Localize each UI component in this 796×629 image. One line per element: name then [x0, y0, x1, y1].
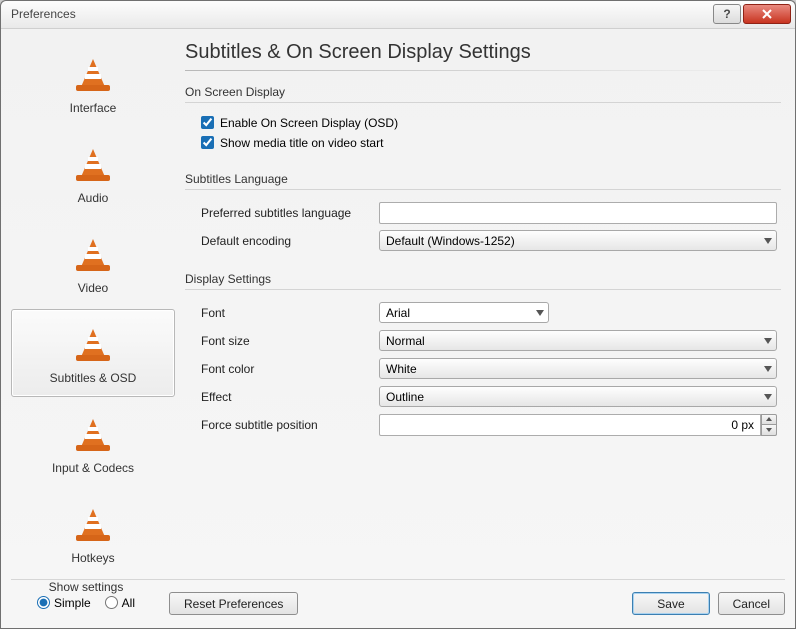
select-value: Arial [386, 306, 410, 320]
chevron-down-icon [764, 338, 772, 344]
spinner-up[interactable] [761, 414, 777, 425]
group-title: Subtitles Language [185, 172, 781, 186]
close-icon [762, 9, 772, 19]
category-subtitles-osd[interactable]: Subtitles & OSD [11, 309, 175, 397]
page-heading: Subtitles & On Screen Display Settings [185, 37, 781, 70]
category-label: Audio [78, 191, 109, 205]
reset-preferences-button[interactable]: Reset Preferences [169, 592, 298, 615]
group-title: On Screen Display [185, 85, 781, 99]
chevron-down-icon [536, 310, 544, 316]
label-font: Font [201, 306, 379, 320]
spinner-input[interactable] [379, 414, 761, 436]
select-default-encoding[interactable]: Default (Windows-1252) [379, 230, 777, 251]
group-title: Display Settings [185, 272, 781, 286]
cancel-button[interactable]: Cancel [718, 592, 785, 615]
preferences-window: Preferences ? Interface Audio [0, 0, 796, 629]
save-button[interactable]: Save [632, 592, 709, 615]
checkbox-input[interactable] [201, 116, 214, 129]
codecs-cone-icon [69, 411, 117, 459]
select-effect[interactable]: Outline [379, 386, 777, 407]
group-osd: On Screen Display Enable On Screen Displ… [185, 85, 781, 156]
category-label: Input & Codecs [52, 461, 134, 475]
select-value: White [386, 362, 417, 376]
category-label: Hotkeys [71, 551, 114, 565]
category-hotkeys[interactable]: Hotkeys [11, 489, 175, 577]
spinner-force-position[interactable] [379, 414, 777, 436]
subtitles-cone-icon [69, 321, 117, 369]
label-font-size: Font size [201, 334, 379, 348]
chevron-down-icon [764, 238, 772, 244]
footer: Show settings Simple All Reset Preferenc… [11, 579, 785, 624]
cone-icon [69, 51, 117, 99]
select-value: Default (Windows-1252) [386, 234, 515, 248]
category-video[interactable]: Video [11, 219, 175, 307]
category-interface[interactable]: Interface [11, 39, 175, 127]
titlebar: Preferences ? [1, 1, 795, 29]
client-area: Interface Audio Video [1, 29, 795, 579]
spinner-down[interactable] [761, 425, 777, 436]
label-force-position: Force subtitle position [201, 418, 379, 432]
show-settings-label: Show settings [49, 580, 124, 594]
settings-content: Subtitles & On Screen Display Settings O… [181, 35, 785, 577]
help-icon: ? [723, 7, 730, 21]
radio-simple[interactable]: Simple [37, 596, 91, 610]
hotkeys-cone-icon [69, 501, 117, 549]
select-font-color[interactable]: White [379, 358, 777, 379]
window-title: Preferences [11, 7, 713, 21]
help-button[interactable]: ? [713, 4, 741, 24]
category-label: Interface [70, 101, 117, 115]
radio-all[interactable]: All [105, 596, 135, 610]
select-font-size[interactable]: Normal [379, 330, 777, 351]
show-settings-group: Show settings Simple All [11, 580, 161, 610]
heading-separator [185, 70, 781, 71]
category-input-codecs[interactable]: Input & Codecs [11, 399, 175, 487]
chevron-down-icon [764, 394, 772, 400]
close-button[interactable] [743, 4, 791, 24]
category-label: Subtitles & OSD [50, 371, 137, 385]
checkbox-label: Enable On Screen Display (OSD) [220, 116, 398, 130]
category-sidebar: Interface Audio Video [11, 35, 175, 577]
film-cone-icon [69, 231, 117, 279]
category-label: Video [78, 281, 108, 295]
checkbox-label: Show media title on video start [220, 136, 383, 150]
category-audio[interactable]: Audio [11, 129, 175, 217]
select-font[interactable]: Arial [379, 302, 549, 323]
label-preferred-language: Preferred subtitles language [201, 206, 379, 220]
group-display-settings: Display Settings Font Arial Font size [185, 272, 781, 440]
chevron-down-icon [764, 366, 772, 372]
group-subtitles-language: Subtitles Language Preferred subtitles l… [185, 172, 781, 256]
checkbox-enable-osd[interactable]: Enable On Screen Display (OSD) [201, 116, 777, 130]
select-value: Outline [386, 390, 424, 404]
label-effect: Effect [201, 390, 379, 404]
input-preferred-language[interactable] [379, 202, 777, 224]
label-default-encoding: Default encoding [201, 234, 379, 248]
label-font-color: Font color [201, 362, 379, 376]
headphones-cone-icon [69, 141, 117, 189]
checkbox-show-title[interactable]: Show media title on video start [201, 136, 777, 150]
category-list: Interface Audio Video [11, 35, 175, 577]
select-value: Normal [386, 334, 425, 348]
checkbox-input[interactable] [201, 136, 214, 149]
